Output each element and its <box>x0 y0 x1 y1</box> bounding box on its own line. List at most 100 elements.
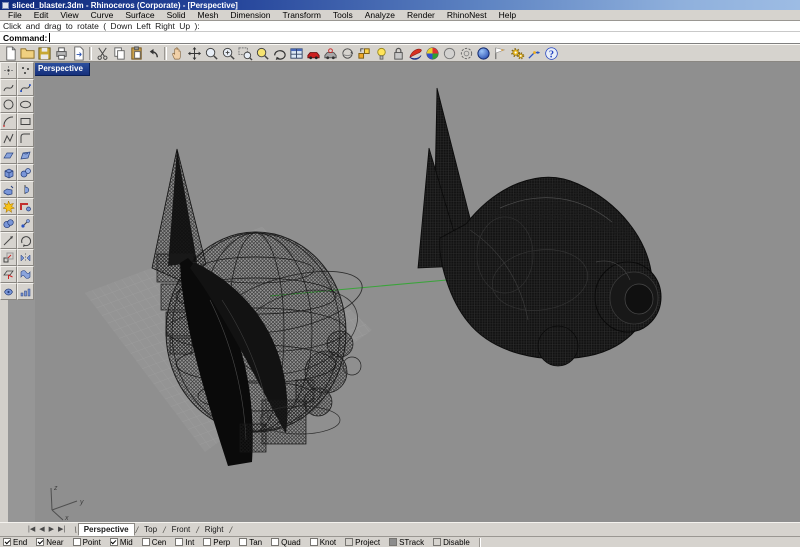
osnap-near[interactable]: Near <box>36 538 63 547</box>
command-line[interactable]: Command: <box>0 32 800 44</box>
ghosted-display-button[interactable] <box>441 45 458 61</box>
surface-revolve-button[interactable] <box>17 181 34 198</box>
surface-plane-button[interactable] <box>0 147 17 164</box>
viewport-layout-button[interactable] <box>288 45 305 61</box>
perspective-viewport[interactable]: Perspective <box>35 62 800 522</box>
corner-curve-button[interactable] <box>17 130 34 147</box>
drape-surface-button[interactable] <box>17 266 34 283</box>
hide-objects-button[interactable] <box>0 283 17 300</box>
menu-render[interactable]: Render <box>401 10 441 20</box>
export-button[interactable] <box>70 45 87 61</box>
render-color-wheel-button[interactable] <box>424 45 441 61</box>
solid-box-button[interactable] <box>0 164 17 181</box>
zoom-window-button[interactable] <box>237 45 254 61</box>
menu-surface[interactable]: Surface <box>119 10 160 20</box>
wireframe-object-right[interactable] <box>418 88 661 366</box>
osnap-tan[interactable]: Tan <box>239 538 262 547</box>
cut-button[interactable] <box>94 45 111 61</box>
osnap-end[interactable]: End <box>3 538 27 547</box>
mirror-tool-button[interactable] <box>17 249 34 266</box>
circle-tool-button[interactable] <box>0 96 17 113</box>
tab-first-button[interactable]: |◀ <box>28 524 35 536</box>
menu-edit[interactable]: Edit <box>28 10 55 20</box>
tab-top[interactable]: Top <box>139 523 162 536</box>
render-flag-button[interactable] <box>492 45 509 61</box>
menu-solid[interactable]: Solid <box>161 10 192 20</box>
paste-button[interactable] <box>128 45 145 61</box>
viewport-canvas[interactable]: z y x <box>35 62 800 522</box>
set-view-button[interactable] <box>322 45 339 61</box>
tab-right[interactable]: Right <box>200 523 229 536</box>
menu-file[interactable]: File <box>2 10 28 20</box>
osnap-project[interactable]: Project <box>345 538 380 547</box>
solid-spheres-button[interactable] <box>17 164 34 181</box>
osnap-point[interactable]: Point <box>73 538 101 547</box>
cplane-tool-button[interactable] <box>0 266 17 283</box>
named-views-button[interactable] <box>305 45 322 61</box>
xray-display-button[interactable] <box>458 45 475 61</box>
point-cloud-button[interactable] <box>17 62 34 79</box>
rotate-view-button[interactable] <box>271 45 288 61</box>
osnap-strack[interactable]: STrack <box>389 538 424 547</box>
tab-prev-button[interactable]: ◀ <box>39 524 44 536</box>
polyline-tool-button[interactable] <box>0 130 17 147</box>
save-file-button[interactable] <box>36 45 53 61</box>
arc-tool-button[interactable] <box>0 113 17 130</box>
menu-mesh[interactable]: Mesh <box>192 10 225 20</box>
osnap-perp[interactable]: Perp <box>203 538 230 547</box>
shaded-viewport-button[interactable] <box>407 45 424 61</box>
tab-front[interactable]: Front <box>167 523 196 536</box>
osnap-disable[interactable]: Disable <box>433 538 470 547</box>
move-tool-button[interactable] <box>0 232 17 249</box>
tab-last-button[interactable]: ▶| <box>58 524 65 536</box>
menu-view[interactable]: View <box>54 10 84 20</box>
menu-transform[interactable]: Transform <box>276 10 326 20</box>
lock-objects-button[interactable] <box>390 45 407 61</box>
orbit-view-button[interactable] <box>339 45 356 61</box>
undo-button[interactable] <box>145 45 162 61</box>
new-file-button[interactable] <box>2 45 19 61</box>
box-edit-button[interactable] <box>356 45 373 61</box>
tab-perspective[interactable]: Perspective <box>78 523 135 536</box>
rectangle-tool-button[interactable] <box>17 113 34 130</box>
open-file-button[interactable] <box>19 45 36 61</box>
boolean-union-button[interactable] <box>0 215 17 232</box>
osnap-knot[interactable]: Knot <box>310 538 336 547</box>
single-point-button[interactable] <box>0 62 17 79</box>
group-objects-button[interactable] <box>17 215 34 232</box>
layer-lamp-button[interactable] <box>373 45 390 61</box>
help-button[interactable]: ? <box>543 45 560 61</box>
pan-view-button[interactable] <box>169 45 186 61</box>
surface-from-curves-button[interactable] <box>17 147 34 164</box>
heightfield-button[interactable] <box>17 283 34 300</box>
rendered-display-button[interactable] <box>475 45 492 61</box>
tab-next-button[interactable]: ▶ <box>49 524 54 536</box>
menu-analyze[interactable]: Analyze <box>359 10 401 20</box>
zoom-button[interactable] <box>203 45 220 61</box>
options-button[interactable] <box>509 45 526 61</box>
move-view-button[interactable] <box>186 45 203 61</box>
print-button[interactable] <box>53 45 70 61</box>
fillet-pipe-button[interactable] <box>17 198 34 215</box>
menu-rhinonest[interactable]: RhinoNest <box>441 10 493 20</box>
rotate-tool-button[interactable] <box>17 232 34 249</box>
copy-button[interactable] <box>111 45 128 61</box>
osnap-quad[interactable]: Quad <box>271 538 301 547</box>
osnap-int[interactable]: Int <box>175 538 194 547</box>
osnap-mid[interactable]: Mid <box>110 538 133 547</box>
zoom-extents-button[interactable] <box>254 45 271 61</box>
zoom-dynamic-button[interactable] <box>220 45 237 61</box>
menu-dimension[interactable]: Dimension <box>224 10 276 20</box>
scale-tool-button[interactable] <box>0 249 17 266</box>
explode-button[interactable] <box>0 198 17 215</box>
control-point-curve-button[interactable] <box>17 79 34 96</box>
extrude-solid-button[interactable] <box>0 181 17 198</box>
ellipse-tool-button[interactable] <box>17 96 34 113</box>
osnap-cen[interactable]: Cen <box>142 538 167 547</box>
smarttrack-button[interactable] <box>526 45 543 61</box>
menu-tools[interactable]: Tools <box>327 10 359 20</box>
viewport-title[interactable]: Perspective <box>35 63 90 76</box>
menu-help[interactable]: Help <box>493 10 522 20</box>
freeform-curve-button[interactable] <box>0 79 17 96</box>
menu-curve[interactable]: Curve <box>85 10 120 20</box>
